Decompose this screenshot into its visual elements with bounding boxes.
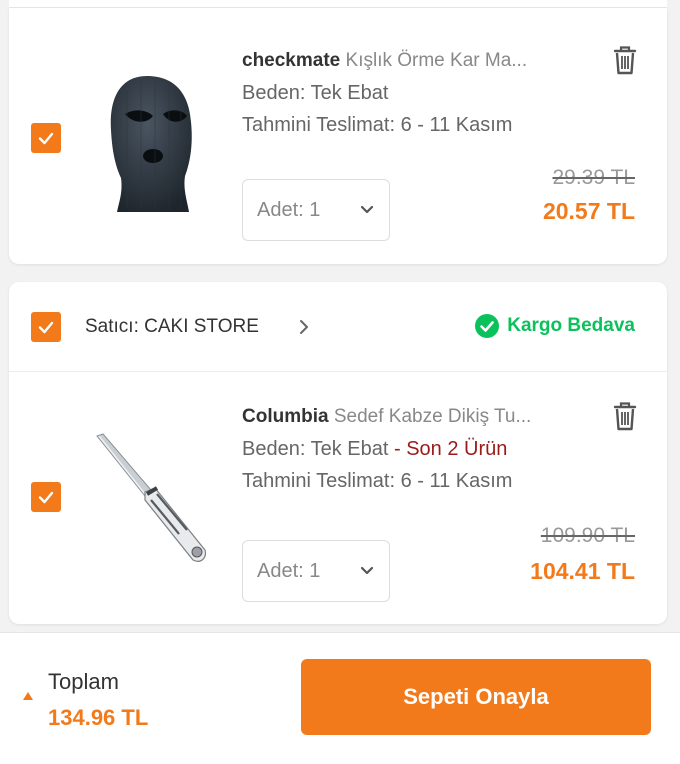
delivery-estimate: Tahmini Teslimat: 6 - 11 Kasım (242, 114, 513, 136)
low-stock-warning: Son 2 Ürün (406, 438, 508, 460)
quantity-select[interactable]: Adet: 1 (242, 179, 390, 241)
product-brand: Columbia (242, 406, 329, 427)
product-size: Beden: Tek Ebat (242, 82, 388, 105)
balaclava-image[interactable] (97, 70, 207, 220)
previous-card-edge (9, 0, 667, 8)
seller-group-card: Satıcı: CAKI STORE Kargo Bedava Columbia… (9, 282, 667, 624)
old-price: 109.90 TL (540, 524, 635, 547)
checkmark-icon (38, 491, 54, 504)
product-title[interactable]: checkmate Kışlık Örme Kar Ma... (242, 50, 527, 72)
stock-separator: - (388, 438, 407, 460)
checkmark-icon (38, 321, 54, 334)
quantity-select[interactable]: Adet: 1 (242, 540, 390, 602)
cart-item-card: checkmate Kışlık Örme Kar Ma... Beden: T… (9, 8, 667, 264)
product-name: Sedef Kabze Dikiş Tu... (333, 406, 532, 427)
current-price: 104.41 TL (530, 558, 635, 584)
size-label: Beden: Tek Ebat (242, 82, 389, 104)
item-checkbox[interactable] (31, 123, 61, 153)
product-brand: checkmate (242, 50, 341, 71)
checkmark-icon (38, 132, 54, 145)
knife-image[interactable] (93, 432, 223, 567)
seller-header: Satıcı: CAKI STORE Kargo Bedava (9, 282, 667, 372)
confirm-cart-button[interactable]: Sepeti Onayla (301, 659, 651, 735)
delivery-estimate: Tahmini Teslimat: 6 - 11 Kasım (242, 470, 513, 492)
free-shipping-badge: Kargo Bedava (475, 314, 635, 338)
caret-up-icon[interactable] (22, 691, 34, 701)
product-name: Kışlık Örme Kar Ma... (345, 50, 528, 71)
checkout-footer: Toplam 134.96 TL Sepeti Onayla (0, 632, 680, 764)
seller-checkbox[interactable] (31, 312, 61, 342)
quantity-label: Adet: 1 (257, 559, 321, 582)
chevron-down-icon (360, 205, 374, 214)
current-price: 20.57 TL (542, 198, 635, 224)
total-label[interactable]: Toplam (48, 669, 119, 695)
product-size: Beden: Tek Ebat - Son 2 Ürün (242, 438, 507, 461)
chevron-right-icon[interactable] (297, 319, 311, 335)
chevron-down-icon (360, 566, 374, 575)
quantity-label: Adet: 1 (257, 198, 321, 221)
item-checkbox[interactable] (31, 482, 61, 512)
seller-link[interactable]: Satıcı: CAKI STORE (85, 316, 259, 338)
trash-icon[interactable] (612, 44, 638, 76)
old-price: 29.39 TL (552, 166, 635, 189)
trash-icon[interactable] (612, 400, 638, 432)
size-label: Beden: Tek Ebat (242, 438, 389, 460)
product-title[interactable]: Columbia Sedef Kabze Dikiş Tu... (242, 406, 531, 428)
total-value: 134.96 TL (48, 705, 149, 730)
shipping-label: Kargo Bedava (507, 315, 635, 336)
check-circle-icon (475, 314, 500, 338)
